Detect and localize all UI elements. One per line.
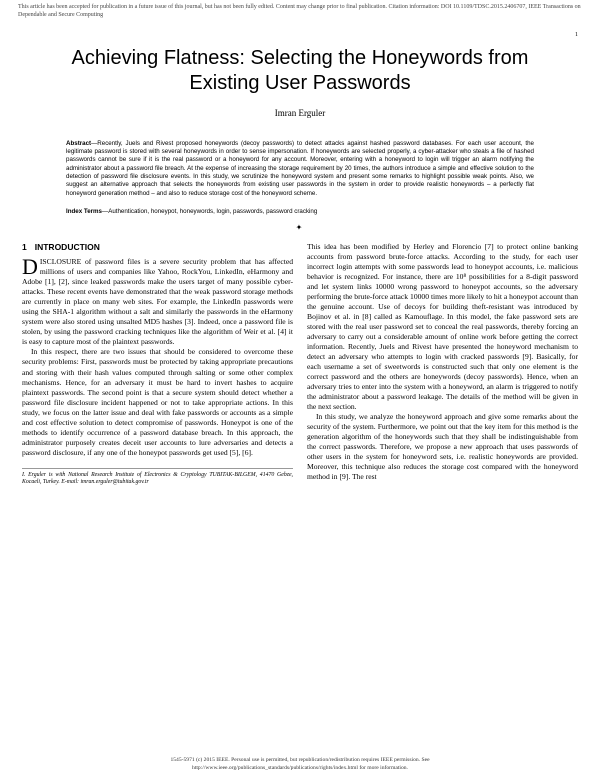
acceptance-note: This article has been accepted for publi… [0, 0, 600, 20]
abstract-text: —Recently, Juels and Rivest proposed hon… [66, 140, 534, 197]
abstract-label: Abstract [66, 140, 91, 147]
two-column-body: 1 INTRODUCTION DISCLOSURE of password fil… [0, 242, 600, 487]
section-separator: ✦ [0, 223, 600, 232]
paragraph: In this study, we analyze the honeyword … [307, 412, 578, 482]
index-terms-label: Index Terms [66, 208, 102, 215]
title-block: Achieving Flatness: Selecting the Honeyw… [0, 20, 600, 130]
paragraph: DISCLOSURE of password files is a severe… [22, 257, 293, 347]
section-title: INTRODUCTION [35, 242, 100, 252]
abstract: Abstract—Recently, Juels and Rivest prop… [0, 130, 600, 203]
paragraph: In this respect, there are two issues th… [22, 347, 293, 457]
section-heading: 1 INTRODUCTION [22, 242, 293, 253]
footer-line: 1545-5971 (c) 2015 IEEE. Personal use is… [30, 757, 570, 764]
page-number: 1 [575, 32, 578, 38]
author-affiliation: I. Erguler is with National Research Ins… [22, 468, 293, 487]
copyright-footer: 1545-5971 (c) 2015 IEEE. Personal use is… [0, 757, 600, 772]
paragraph-text: ISCLOSURE of password files is a severe … [22, 257, 293, 346]
drop-cap: D [22, 257, 40, 276]
index-terms-text: —Authentication, honeypot, honeywords, l… [102, 208, 317, 215]
footer-line: http://www.ieee.org/publications_standar… [30, 765, 570, 772]
index-terms: Index Terms—Authentication, honeypot, ho… [0, 202, 600, 215]
paragraph: This idea has been modified by Herley an… [307, 242, 578, 412]
section-number: 1 [22, 242, 27, 252]
right-column: This idea has been modified by Herley an… [307, 242, 578, 487]
left-column: 1 INTRODUCTION DISCLOSURE of password fil… [22, 242, 293, 487]
paper-title: Achieving Flatness: Selecting the Honeyw… [40, 46, 560, 96]
author-name: Imran Erguler [40, 108, 560, 118]
